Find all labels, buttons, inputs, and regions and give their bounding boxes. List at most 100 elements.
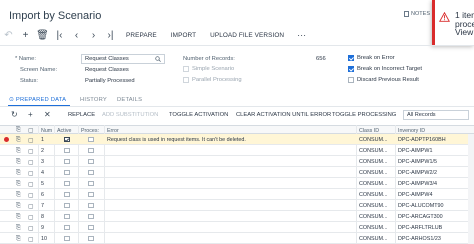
tab-history[interactable]: HISTORY <box>80 97 107 103</box>
note-icon[interactable]: ▢ <box>28 170 34 177</box>
discard-previous-result-checkbox[interactable]: Discard Previous Result <box>348 77 419 83</box>
column-header-error[interactable]: Error <box>107 128 119 134</box>
grid-scrollbar[interactable] <box>468 134 474 244</box>
attachment-icon[interactable]: ⎘ <box>16 181 21 188</box>
processed-checkbox[interactable] <box>88 202 94 208</box>
active-checkbox[interactable] <box>64 180 70 186</box>
table-row[interactable]: ⎘ ▢ 6 CONSUM... DPC-AIMPW4 <box>0 189 474 200</box>
attachment-icon[interactable]: ⎘ <box>16 214 21 221</box>
active-checkbox[interactable] <box>64 202 70 208</box>
active-checkbox[interactable] <box>64 169 70 175</box>
add-icon[interactable]: + <box>17 27 34 43</box>
name-field[interactable]: Request Classes <box>81 54 165 64</box>
tab-prepared-data[interactable]: ⊙ PREPARED DATA <box>9 97 66 103</box>
tab-details[interactable]: DETAILS <box>117 97 142 103</box>
active-checkbox[interactable] <box>64 158 70 164</box>
toggle-activation-button[interactable]: TOGGLE ACTIVATION <box>169 112 228 118</box>
attachment-icon[interactable]: ⎘ <box>16 170 21 177</box>
checkbox-box <box>183 77 189 83</box>
processed-checkbox[interactable] <box>88 169 94 175</box>
previous-record-icon[interactable]: ‹ <box>68 27 85 43</box>
note-icon[interactable]: ▢ <box>28 181 34 188</box>
add-row-icon[interactable]: + <box>28 110 33 119</box>
grid-header: ⎘ ▢ Num Active Proces: Error Class ID In… <box>0 125 474 134</box>
active-checkbox[interactable] <box>64 224 70 230</box>
active-checkbox[interactable] <box>64 213 70 219</box>
add-substitution-button[interactable]: ADD SUBSTITUTION <box>102 112 158 118</box>
main-toolbar: ↶ + 🗑 |‹ ‹ › ›| PREPARE IMPORT UPLOAD FI… <box>0 27 474 43</box>
row-class-id: CONSUM... <box>359 203 388 209</box>
active-checkbox[interactable] <box>64 235 70 241</box>
undo-icon[interactable]: ↶ <box>0 27 17 43</box>
note-icon[interactable]: ▢ <box>28 236 34 243</box>
table-row[interactable]: ⎘ ▢ 9 CONSUM... DPC-ARFLTRLUB <box>0 222 474 233</box>
attachment-icon[interactable]: ⎘ <box>16 236 21 243</box>
table-row[interactable]: ⎘ ▢ 8 CONSUM... DPC-ARCAGT300 <box>0 211 474 222</box>
refresh-icon[interactable]: ↻ <box>11 110 18 119</box>
name-label: * Name: <box>15 56 36 62</box>
active-checkbox[interactable] <box>64 191 70 197</box>
active-checkbox[interactable] <box>64 147 70 153</box>
clear-activation-button[interactable]: CLEAR ACTIVATION UNTIL ERROR <box>236 112 331 118</box>
attachment-icon[interactable]: ⎘ <box>16 192 21 199</box>
notes-button[interactable]: NOTES <box>404 11 430 17</box>
parallel-processing-checkbox[interactable]: Parallel Processing <box>183 77 242 83</box>
more-actions-button[interactable]: ··· <box>291 30 312 40</box>
processed-checkbox[interactable] <box>88 213 94 219</box>
status-value: Partially Processed <box>85 78 135 84</box>
column-header-class-id[interactable]: Class ID <box>359 128 379 134</box>
delete-row-icon[interactable]: ✕ <box>44 110 51 119</box>
attachment-icon[interactable]: ⎘ <box>16 148 21 155</box>
column-header-active[interactable]: Active <box>57 128 71 134</box>
import-button[interactable]: IMPORT <box>164 32 203 39</box>
break-on-error-checkbox[interactable]: Break on Error <box>348 55 395 61</box>
table-row[interactable]: ⎘ ▢ 7 CONSUM... DPC-ALUCOMT90 <box>0 200 474 211</box>
toggle-processing-button[interactable]: TOGGLE PROCESSING <box>332 112 396 118</box>
break-on-incorrect-target-checkbox[interactable]: Break on Incorrect Target <box>348 66 422 72</box>
table-row[interactable]: ⎘ ▢ 3 CONSUM... DPC-AIMPW1/5 <box>0 156 474 167</box>
column-header-num[interactable]: Num <box>41 128 52 134</box>
column-header-processed[interactable]: Proces: <box>81 128 99 134</box>
table-row[interactable]: ⎘ ▢ 4 CONSUM... DPC-AIMPW2/2 <box>0 167 474 178</box>
delete-icon[interactable]: 🗑 <box>34 27 51 43</box>
attachment-icon[interactable]: ⎘ <box>16 137 21 144</box>
first-record-icon[interactable]: |‹ <box>51 27 68 43</box>
processed-checkbox[interactable] <box>88 235 94 241</box>
note-icon[interactable]: ▢ <box>28 148 34 155</box>
prepared-data-icon: ⊙ <box>9 97 15 103</box>
processed-checkbox[interactable] <box>88 224 94 230</box>
row-error: Request class is used in request items. … <box>107 137 246 143</box>
attachment-icon[interactable]: ⎘ <box>16 203 21 210</box>
note-icon[interactable]: ▢ <box>28 225 34 232</box>
processed-checkbox[interactable] <box>88 136 94 142</box>
prepare-button[interactable]: PREPARE <box>119 32 164 39</box>
note-icon[interactable]: ▢ <box>28 159 34 166</box>
processed-checkbox[interactable] <box>88 191 94 197</box>
table-row[interactable]: ⎘ ▢ 10 CONSUM... DPC-ARHOS1/23 <box>0 233 474 244</box>
processed-checkbox[interactable] <box>88 147 94 153</box>
attachment-icon[interactable]: ⎘ <box>16 225 21 232</box>
note-icon[interactable]: ▢ <box>28 203 34 210</box>
replace-button[interactable]: REPLACE <box>68 112 95 118</box>
row-class-id: CONSUM... <box>359 137 388 143</box>
column-header-inventory-id[interactable]: Invenory ID <box>398 128 425 134</box>
processed-checkbox[interactable] <box>88 180 94 186</box>
table-row[interactable]: ⎘ ▢ 2 CONSUM... DPC-AIMPW1 <box>0 145 474 156</box>
note-icon[interactable]: ▢ <box>28 192 34 199</box>
records-filter-select[interactable]: All Records <box>403 110 469 120</box>
processed-checkbox[interactable] <box>88 158 94 164</box>
row-num: 9 <box>41 225 44 231</box>
table-row[interactable]: ⎘ ▢ 5 CONSUM... DPC-AIMPW3/4 <box>0 178 474 189</box>
records-filter-value: All Records <box>407 112 436 118</box>
note-icon[interactable]: ▢ <box>28 214 34 221</box>
attachment-icon[interactable]: ⎘ <box>16 159 21 166</box>
note-icon[interactable]: ▢ <box>28 137 34 144</box>
search-icon[interactable] <box>155 56 161 62</box>
active-checkbox[interactable] <box>64 136 70 142</box>
simple-scenario-checkbox[interactable]: Simple Scenario <box>183 66 234 72</box>
last-record-icon[interactable]: ›| <box>102 27 119 43</box>
table-row[interactable]: ⎘ ▢ 1 Request class is used in request item… <box>0 134 474 145</box>
next-record-icon[interactable]: › <box>85 27 102 43</box>
row-inventory-id: DPC-ALUCOMT90 <box>398 203 444 209</box>
upload-file-version-button[interactable]: UPLOAD FILE VERSION <box>203 32 291 39</box>
